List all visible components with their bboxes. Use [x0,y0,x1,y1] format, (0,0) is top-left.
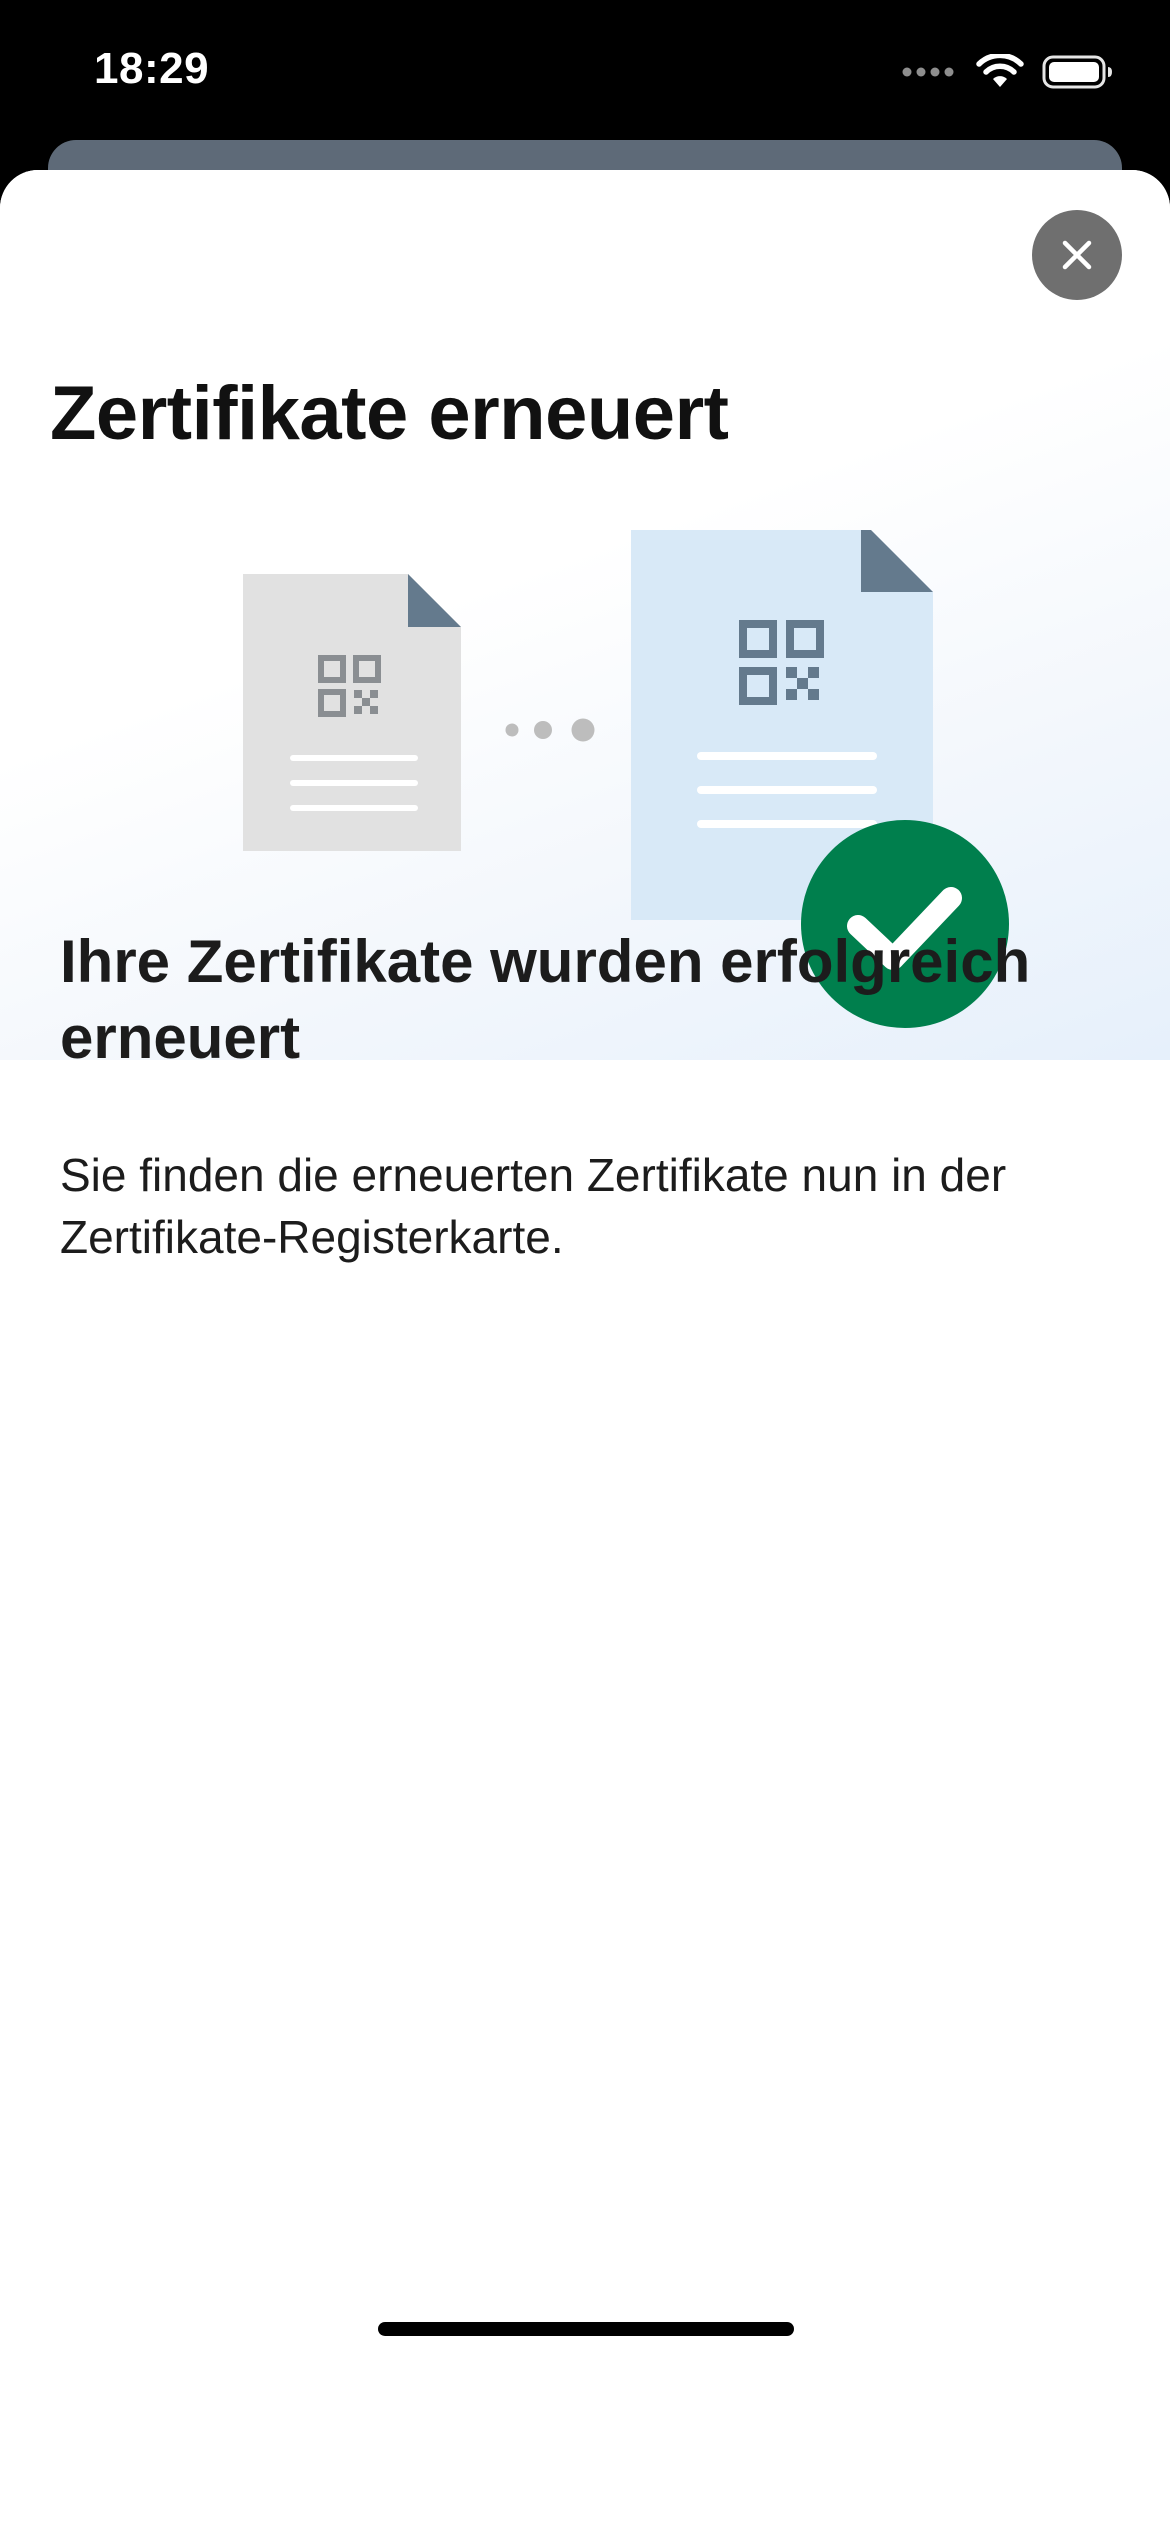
status-icons [902,52,1114,92]
modal-sheet: Zertifikate erneuert [0,170,1170,2532]
old-certificate-document [243,574,461,851]
battery-icon [1042,55,1112,89]
close-icon [1062,240,1092,270]
status-time: 18:29 [94,44,210,93]
page-title: Zertifikate erneuert [50,371,729,456]
status-bar: 18:29 [0,0,1170,150]
signal-dots-icon [902,67,954,77]
home-indicator[interactable] [378,2322,794,2336]
success-heading: Ihre Zertifikate wurden erfolgreich erne… [60,928,1031,1071]
close-button[interactable] [1032,210,1122,300]
progress-dots [505,718,595,742]
success-description: Sie finden die erneuerten Zertifikate nu… [60,1149,1007,1263]
wifi-icon [976,54,1024,87]
